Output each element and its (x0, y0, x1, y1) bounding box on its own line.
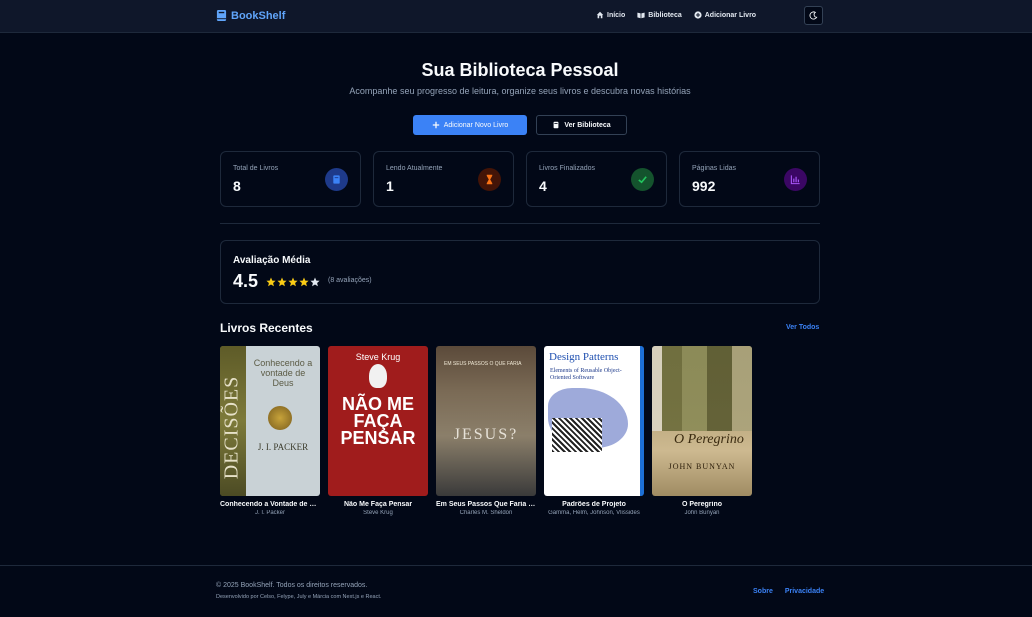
book-card[interactable]: O Peregrino JOHN BUNYAN O Peregrino John… (652, 346, 752, 516)
brand-name: BookShelf (231, 9, 286, 22)
stat-label: Total de Livros (233, 165, 279, 172)
book-cover[interactable]: Design Patterns Elements of Reusable Obj… (544, 346, 644, 496)
book-cover[interactable]: DECISÕES Conhecendo a vontade de Deus J.… (220, 346, 320, 496)
check-icon (638, 176, 647, 184)
book-author: J. I. Packer (254, 510, 285, 516)
nav-link-home[interactable]: Início (596, 11, 625, 19)
stat-icon-wrap (478, 168, 501, 191)
nav-link-label: Adicionar Livro (704, 11, 757, 19)
stat-icon-wrap (325, 168, 348, 191)
book-author: Gamma, Helm, Johnson, Vlissides (548, 510, 640, 516)
nav-link-add-book[interactable]: Adicionar Livro (694, 11, 756, 19)
cover-illustration (369, 364, 387, 388)
home-icon (596, 11, 604, 19)
nav-links: Início Biblioteca Adicionar Livro (596, 11, 756, 19)
cover-title: JESUS? (453, 426, 519, 443)
star-icon (277, 277, 287, 287)
book-author: Charles M. Sheldon (459, 510, 513, 516)
cover-title: NÃO ME FAÇA PENSAR (340, 394, 416, 448)
stat-icon-wrap (784, 168, 807, 191)
stat-card-finished: Livros Finalizados 4 (526, 151, 667, 207)
cover-author: JOHN BUNYAN (668, 462, 736, 471)
theme-toggle-button[interactable] (804, 6, 823, 25)
stat-label: Lendo Atualmente (386, 165, 443, 172)
cover-subtitle: Elements of Reusable Object-Oriented Sof… (550, 368, 622, 381)
book-title: Em Seus Passos Que Faria Jesus? (436, 501, 536, 508)
brand-link[interactable]: BookShelf (216, 9, 285, 22)
stat-value: 1 (386, 178, 394, 194)
star-icon (288, 277, 298, 287)
cover-title: Conhecendo a vontade de Deus (253, 358, 313, 388)
nav-link-label: Início (607, 11, 626, 19)
moon-icon (809, 11, 818, 20)
star-half-icon (310, 277, 320, 287)
nav-link-label: Biblioteca (648, 11, 682, 19)
cover-author: Steve Krug (355, 352, 401, 362)
see-all-link[interactable]: Ver Todos (786, 324, 819, 331)
average-rating-card: Avaliação Média 4.5 (8 avaliações) (220, 240, 820, 304)
page-subtitle: Acompanhe seu progresso de leitura, orga… (349, 86, 691, 96)
page-title: Sua Biblioteca Pessoal (421, 60, 619, 80)
cover-author: J. I. PACKER (257, 442, 309, 452)
book-cover[interactable]: O Peregrino JOHN BUNYAN (652, 346, 752, 496)
navbar: BookShelf Início Biblioteca Adicionar Li… (0, 0, 1032, 33)
view-library-label: Ver Biblioteca (564, 121, 611, 129)
recent-books-title: Livros Recentes (220, 321, 313, 335)
book-title: Padrões de Projeto (562, 501, 626, 508)
rating-title: Avaliação Média (233, 255, 311, 266)
add-new-book-label: Adicionar Novo Livro (443, 121, 509, 129)
book-author: John Bunyan (684, 510, 720, 516)
footer-links: Sobre Privacidade (753, 588, 824, 595)
rating-count: (8 avaliações) (328, 277, 372, 284)
star-icon (299, 277, 309, 287)
rating-stars (266, 277, 320, 287)
book-card[interactable]: EM SEUS PASSOS O QUE FARIA JESUS? Em Seu… (436, 346, 536, 516)
book-icon (333, 175, 340, 184)
footer-copyright: © 2025 BookShelf. Todos os direitos rese… (216, 582, 368, 589)
cover-title: Design Patterns (549, 351, 619, 363)
book-cover[interactable]: EM SEUS PASSOS O QUE FARIA JESUS? (436, 346, 536, 496)
book-cover[interactable]: Steve Krug NÃO ME FAÇA PENSAR (328, 346, 428, 496)
star-icon (266, 277, 276, 287)
cover-side-text: DECISÕES (220, 375, 243, 480)
section-divider (220, 223, 820, 224)
book-title: Não Me Faça Pensar (343, 501, 413, 508)
stat-card-total-books: Total de Livros 8 (220, 151, 361, 207)
stat-label: Livros Finalizados (539, 165, 596, 172)
add-new-book-button[interactable]: Adicionar Novo Livro (413, 115, 527, 135)
cover-pattern (552, 418, 602, 452)
footer: © 2025 BookShelf. Todos os direitos rese… (0, 565, 1032, 617)
footer-link-about[interactable]: Sobre (753, 588, 773, 595)
stat-icon-wrap (631, 168, 654, 191)
book-author: Steve Krug (363, 510, 393, 516)
plus-circle-icon (694, 11, 702, 19)
hourglass-icon (486, 174, 493, 185)
footer-credits: Desenvolvido por Celso, Felype, July e M… (216, 594, 382, 600)
stat-card-pages-read: Páginas Lidas 992 (679, 151, 820, 207)
stat-value: 992 (692, 178, 716, 194)
footer-link-privacy[interactable]: Privacidade (785, 588, 824, 595)
stat-value: 4 (539, 178, 547, 194)
chart-icon (790, 175, 800, 185)
book-icon (216, 10, 227, 21)
plus-icon (432, 121, 439, 129)
cover-small-text: EM SEUS PASSOS O QUE FARIA (444, 361, 522, 367)
cover-illustration (652, 346, 752, 431)
book-title: O Peregrino (681, 501, 723, 508)
book-card[interactable]: Design Patterns Elements of Reusable Obj… (544, 346, 644, 516)
book-title: Conhecendo a Vontade de Deus (220, 501, 320, 508)
book-card[interactable]: Steve Krug NÃO ME FAÇA PENSAR Não Me Faç… (328, 346, 428, 516)
cover-title: O Peregrino (674, 432, 744, 447)
stat-card-reading: Lendo Atualmente 1 (373, 151, 514, 207)
cover-emblem (268, 406, 292, 430)
book-card[interactable]: DECISÕES Conhecendo a vontade de Deus J.… (220, 346, 320, 516)
book-open-icon (637, 12, 645, 19)
book-icon (553, 121, 559, 129)
stat-label: Páginas Lidas (692, 165, 736, 172)
rating-value: 4.5 (233, 271, 259, 291)
nav-link-library[interactable]: Biblioteca (637, 11, 682, 19)
stat-value: 8 (233, 178, 241, 194)
view-library-button[interactable]: Ver Biblioteca (536, 115, 627, 135)
